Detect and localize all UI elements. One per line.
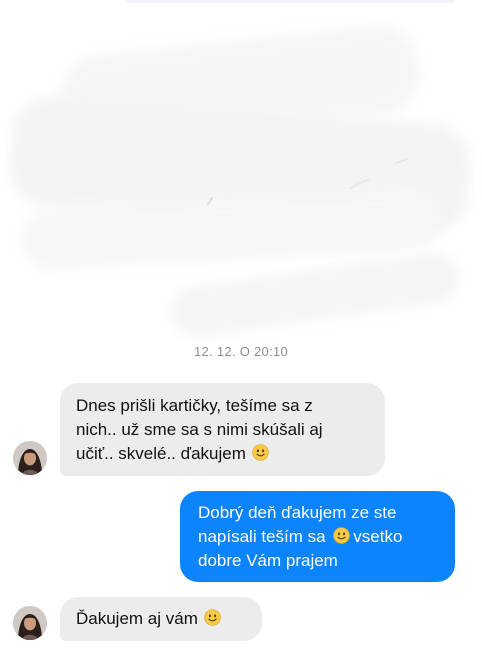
message-text-line: učiť.. skvelé.. ďakujem	[76, 444, 246, 463]
message-text-line: Ďakujem aj vám	[76, 609, 198, 628]
contact-avatar[interactable]	[13, 441, 47, 475]
message-text-line: napísali teším sa	[198, 527, 326, 546]
incoming-message-bubble[interactable]: Dnes prišli kartičky, tešíme sa z nich..…	[60, 383, 385, 476]
previous-message-edge	[125, 0, 455, 3]
message-text-line: vsetko	[353, 527, 403, 546]
slightly-smiling-face-icon	[333, 527, 351, 544]
message-text-line: nich.. už sme sa s nimi skúšali aj	[76, 420, 323, 439]
incoming-message-bubble[interactable]: Ďakujem aj vám	[60, 597, 262, 641]
contact-avatar[interactable]	[13, 606, 47, 640]
slightly-smiling-face-icon	[203, 609, 221, 626]
message-text-line: dobre Vám prajem	[198, 551, 338, 570]
message-timestamp: 12. 12. O 20:10	[193, 344, 289, 359]
redacted-content	[0, 0, 482, 340]
message-text-line: Dnes prišli kartičky, tešíme sa z	[76, 396, 313, 415]
message-text-line: Dobrý deň ďakujem ze ste	[198, 503, 397, 522]
slightly-smiling-face-icon	[251, 444, 269, 461]
outgoing-message-bubble[interactable]: Dobrý deň ďakujem ze ste napísali teším …	[180, 491, 455, 582]
